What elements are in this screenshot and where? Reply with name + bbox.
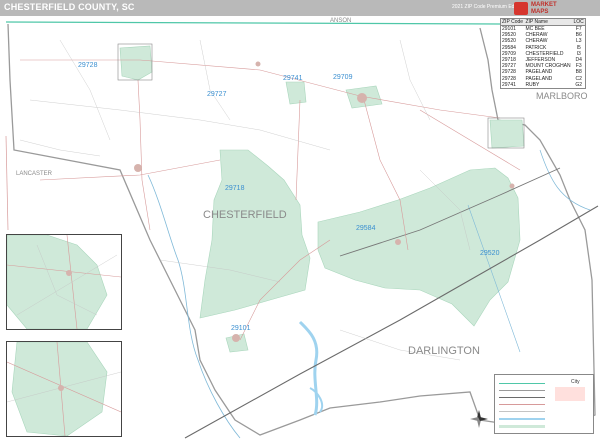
zip-label: 29728: [78, 62, 98, 69]
inset-map-cheraw[interactable]: [6, 341, 122, 437]
legend-swatch-route: [499, 404, 545, 405]
legend-swatch-water: [499, 418, 545, 420]
state-label-anson: ANSON: [330, 18, 351, 24]
table-row: 29101 MC BEE F7: [502, 26, 582, 32]
market-maps-logo: MARKET MAPS: [514, 1, 582, 16]
inset-map-drawing: [7, 235, 121, 329]
legend-swatch-county-line: [499, 390, 545, 391]
zip-label: 29101: [231, 325, 251, 332]
legend-swatch-state-line: [499, 383, 545, 384]
county-label-marlboro: MARLBORO: [536, 91, 588, 101]
zip-label: 29727: [207, 91, 227, 98]
inset-map-pageland[interactable]: [6, 234, 122, 330]
zip-area-29728: [119, 45, 153, 81]
zip-label: 29718: [225, 185, 245, 192]
title-bar: CHESTERFIELD COUNTY, SC 2021 ZIP Code Pr…: [0, 0, 600, 16]
legend-swatch-highway: [499, 397, 545, 398]
town-cheraw: [509, 183, 515, 189]
table-row: 29741 RUBY G2: [502, 81, 583, 88]
county-label-darlington: DARLINGTON: [408, 345, 480, 357]
legend-city-swatch: [555, 387, 585, 401]
zip-label: 29584: [356, 225, 376, 232]
legend-swatch-road: [499, 411, 545, 412]
map-title: CHESTERFIELD COUNTY, SC: [4, 2, 135, 12]
town-mount-croghan: [255, 61, 261, 67]
zip-label: 29741: [283, 75, 303, 82]
town-mcbee: [232, 334, 240, 342]
logo-text: MARKET MAPS: [531, 2, 557, 15]
town-patrick: [395, 239, 401, 245]
compass-rose-icon: [470, 410, 488, 428]
inset-map-drawing: [7, 342, 121, 436]
legend-city-label: City: [571, 379, 580, 385]
map-subtitle: 2021 ZIP Code Premium Edition: [452, 4, 524, 10]
zip-area-29520-north: [489, 119, 525, 149]
county-label-lancaster: LANCASTER: [16, 171, 53, 177]
county-label-chesterfield: CHESTERFIELD: [203, 209, 287, 221]
map-legend: City: [494, 374, 594, 434]
town-chesterfield: [357, 93, 367, 103]
logo-mark-icon: [514, 2, 528, 15]
zip-label: 29709: [333, 74, 353, 81]
legend-swatch-zip: [499, 425, 545, 428]
zip-code-table: ZIP Code ZIP Name LOC 29101 MC BEE F7 2952…: [500, 18, 586, 90]
town-pageland: [134, 164, 142, 172]
table-header: LOC: [572, 19, 585, 26]
zip-label: 29520: [480, 250, 500, 257]
map-sheet: CHESTERFIELD COUNTY, SC 2021 ZIP Code Pr…: [0, 0, 600, 440]
table-header: ZIP Code: [501, 19, 525, 26]
